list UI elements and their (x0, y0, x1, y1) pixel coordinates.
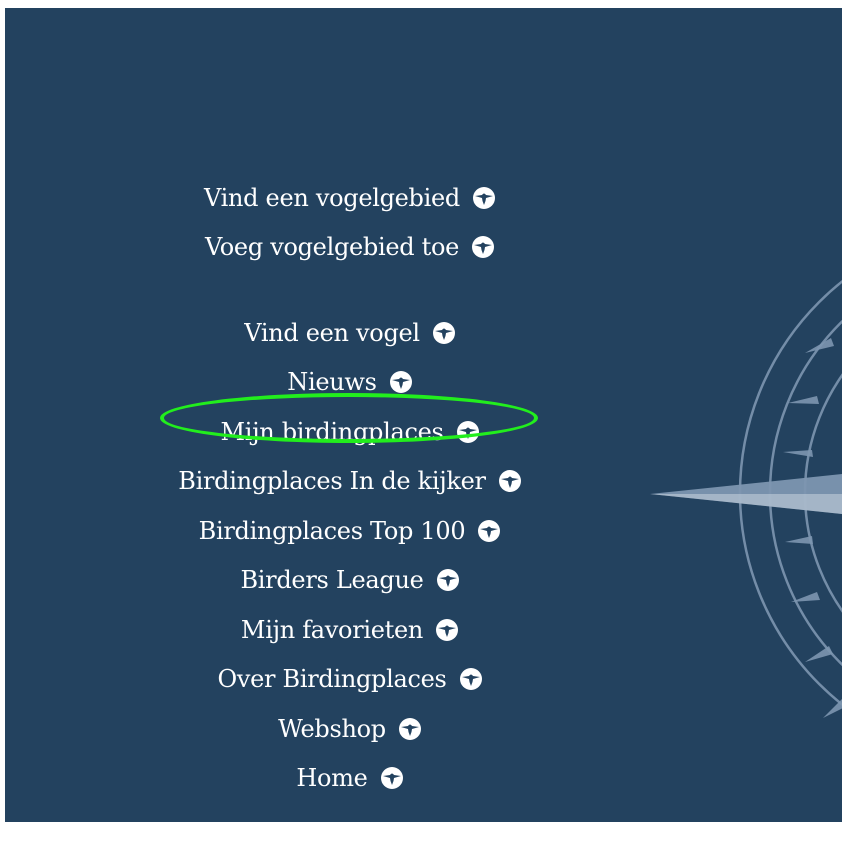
menu-item-label: Home (296, 764, 368, 792)
bird-icon (436, 619, 459, 641)
bird-icon (459, 668, 482, 690)
menu-item-label: Mijn favorieten (240, 616, 424, 644)
menu-item-label: Nieuws (287, 368, 377, 396)
bird-icon (389, 371, 412, 393)
bird-icon (498, 470, 521, 492)
menu-item-vind-een-vogelgebied[interactable]: Vind een vogelgebied (5, 183, 695, 213)
bird-icon (436, 569, 459, 591)
bird-icon (432, 322, 455, 344)
menu-item-label: Voeg vogelgebied toe (204, 233, 460, 261)
bird-icon (456, 421, 479, 443)
menu-item-vind-een-vogel[interactable]: Vind een vogel (5, 318, 695, 348)
menu-item-nieuws[interactable]: Nieuws (5, 367, 695, 397)
menu-item-birdingplaces-in-de-kijker[interactable]: Birdingplaces In de kijker (5, 466, 695, 496)
bird-icon (472, 236, 495, 258)
navigation-menu-panel: Vind een vogelgebied Voeg vogelgebied to… (5, 8, 842, 822)
bird-icon (472, 187, 495, 209)
menu-item-label: Vind een vogel (244, 319, 420, 347)
menu-item-birdingplaces-top-100[interactable]: Birdingplaces Top 100 (5, 516, 695, 546)
menu-item-birders-league[interactable]: Birders League (5, 565, 695, 595)
menu-item-label: Birdingplaces In de kijker (178, 467, 486, 495)
menu-item-mijn-birdingplaces[interactable]: Mijn birdingplaces (5, 417, 695, 447)
menu-item-voeg-vogelgebied-toe[interactable]: Voeg vogelgebied toe (5, 232, 695, 262)
compass-rose-icon (650, 280, 842, 718)
menu-item-label: Vind een vogelgebied (204, 184, 460, 212)
bird-icon (380, 767, 403, 789)
menu-item-webshop[interactable]: Webshop (5, 714, 695, 744)
menu-item-over-birdingplaces[interactable]: Over Birdingplaces (5, 664, 695, 694)
menu-item-label: Webshop (278, 715, 386, 743)
menu-item-label: Mijn birdingplaces (220, 418, 444, 446)
menu-item-label: Birders League (240, 566, 424, 594)
menu-item-home[interactable]: Home (5, 763, 695, 793)
menu-item-mijn-favorieten[interactable]: Mijn favorieten (5, 615, 695, 645)
menu-item-label: Birdingplaces Top 100 (198, 517, 466, 545)
menu-item-label: Over Birdingplaces (217, 665, 447, 693)
bird-icon (478, 520, 501, 542)
bird-icon (398, 718, 421, 740)
